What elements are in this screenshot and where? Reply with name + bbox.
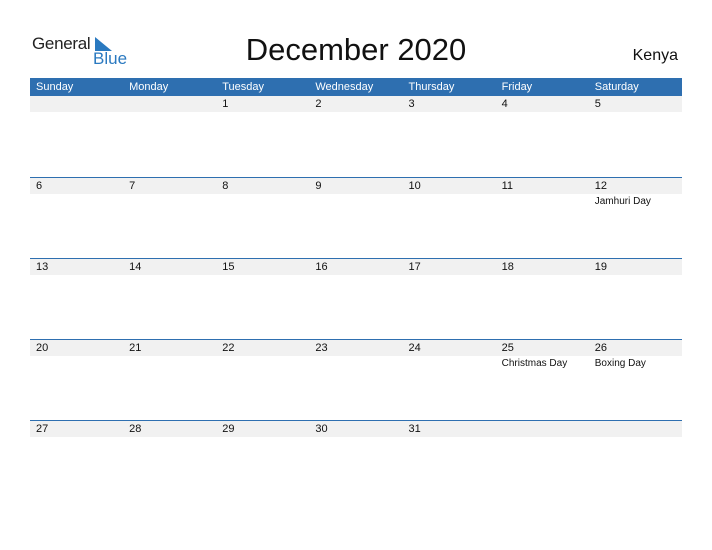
holiday-label: [403, 437, 496, 438]
day-number: 24: [408, 342, 421, 354]
holiday-label: [123, 437, 216, 438]
day-number: 9: [315, 180, 322, 192]
holiday-label: [216, 112, 309, 113]
holiday-label: [216, 194, 309, 208]
holiday-label: [496, 112, 589, 113]
holiday-label: [496, 194, 589, 208]
day-number: [496, 421, 589, 437]
weekday-saturday: Saturday: [594, 81, 639, 93]
holiday-label: [496, 437, 589, 438]
holiday-label: [123, 112, 216, 113]
day-number: 13: [36, 261, 49, 273]
day-number: [123, 96, 216, 112]
holiday-label: [123, 275, 216, 276]
day-number: 30: [315, 423, 328, 435]
holiday-label: [123, 194, 216, 208]
day-number: 23: [315, 342, 328, 354]
holiday-label: [309, 112, 402, 113]
day-number: 17: [408, 261, 421, 273]
day-number: 26: [594, 342, 607, 354]
day-number: 4: [501, 98, 508, 110]
day-number: 8: [222, 180, 229, 192]
day-number: 10: [408, 180, 421, 192]
holiday-label: [216, 437, 309, 438]
calendar-grid: Sunday Monday Tuesday Wednesday Thursday…: [30, 78, 682, 501]
day-number: 16: [315, 261, 328, 273]
holiday-label: [589, 275, 682, 276]
day-number-row: 6 7 8 9 10 11 12: [30, 178, 682, 194]
day-number: 12: [594, 180, 607, 192]
holiday-label: [309, 194, 402, 208]
weekday-thursday: Thursday: [408, 81, 455, 93]
day-number: 27: [36, 423, 49, 435]
week-row: 6 7 8 9 10 11 12 Jamhuri Day: [30, 177, 682, 258]
event-row: [30, 112, 682, 113]
holiday-label: [309, 275, 402, 276]
day-number: 14: [129, 261, 142, 273]
weekday-sunday: Sunday: [36, 81, 74, 93]
holiday-label: Boxing Day: [594, 358, 646, 369]
day-number: 20: [36, 342, 49, 354]
day-number: 19: [594, 261, 607, 273]
day-number: 3: [408, 98, 415, 110]
event-row: Jamhuri Day: [30, 194, 682, 208]
holiday-label: Jamhuri Day: [594, 196, 651, 207]
week-row: 20 21 22 23 24 25 26 Christmas Day Boxing Day: [30, 339, 682, 420]
day-number: 25: [501, 342, 514, 354]
week-row: 1 2 3 4 5: [30, 96, 682, 177]
day-number: [589, 421, 682, 437]
weekday-tuesday: Tuesday: [222, 81, 265, 93]
day-number-row: 13 14 15 16 17 18 19: [30, 259, 682, 275]
weekday-monday: Monday: [129, 81, 169, 93]
day-number: 11: [501, 180, 514, 192]
holiday-label: [30, 194, 123, 208]
week-row: 13 14 15 16 17 18 19: [30, 258, 682, 339]
week-row: 27 28 29 30 31: [30, 420, 682, 501]
holiday-label: [309, 437, 402, 438]
day-number: 6: [36, 180, 43, 192]
event-row: [30, 437, 682, 438]
day-number: [30, 96, 123, 112]
holiday-label: [403, 356, 496, 370]
holiday-label: [30, 275, 123, 276]
weekday-header: Sunday Monday Tuesday Wednesday Thursday…: [30, 78, 682, 96]
holiday-label: [30, 437, 123, 438]
holiday-label: [30, 356, 123, 370]
day-number: 28: [129, 423, 142, 435]
holiday-label: [216, 356, 309, 370]
day-number: 2: [315, 98, 322, 110]
holiday-label: [309, 356, 402, 370]
day-number-row: 1 2 3 4 5: [30, 96, 682, 112]
holiday-label: Christmas Day: [501, 358, 568, 369]
weekday-friday: Friday: [501, 81, 533, 93]
holiday-label: [403, 194, 496, 208]
event-row: [30, 275, 682, 276]
day-number-row: 20 21 22 23 24 25 26: [30, 340, 682, 356]
holiday-label: [30, 112, 123, 113]
country-label: Kenya: [632, 47, 678, 64]
holiday-label: [589, 437, 682, 438]
event-row: Christmas Day Boxing Day: [30, 356, 682, 370]
day-number: 5: [594, 98, 601, 110]
weekday-wednesday: Wednesday: [315, 81, 374, 93]
holiday-label: [496, 275, 589, 276]
day-number: 22: [222, 342, 235, 354]
day-number: 1: [222, 98, 229, 110]
day-number-row: 27 28 29 30 31: [30, 421, 682, 437]
holiday-label: [589, 112, 682, 113]
holiday-label: [403, 112, 496, 113]
day-number: 21: [129, 342, 142, 354]
day-number: 7: [129, 180, 136, 192]
holiday-label: [403, 275, 496, 276]
page-title: December 2020: [245, 32, 467, 67]
holiday-label: [123, 356, 216, 370]
holiday-label: [216, 275, 309, 276]
day-number: 18: [501, 261, 514, 273]
day-number: 29: [222, 423, 235, 435]
day-number: 15: [222, 261, 235, 273]
day-number: 31: [408, 423, 421, 435]
